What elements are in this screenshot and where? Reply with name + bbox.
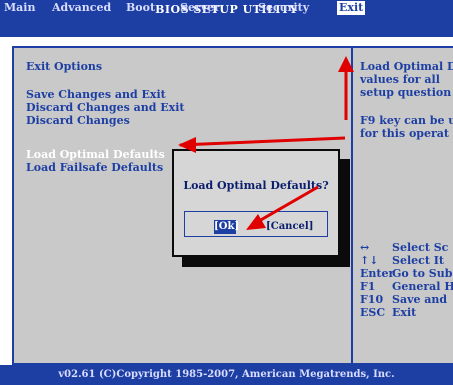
help-f9-line-2: for this operat bbox=[360, 127, 450, 140]
key-esc: ESC bbox=[360, 306, 386, 319]
key-f1: F1 bbox=[360, 280, 376, 293]
menu-item-boot[interactable]: Boot bbox=[126, 1, 155, 15]
cancel-button[interactable]: [Cancel] bbox=[266, 220, 314, 234]
key-f10-desc: Save and bbox=[392, 293, 448, 306]
key-f1-desc: General H bbox=[392, 280, 453, 293]
key-arrow-lr: ↔ bbox=[360, 241, 370, 254]
menu-item-exit[interactable]: Exit bbox=[337, 1, 366, 15]
menu-item-advanced[interactable]: Advanced bbox=[52, 1, 111, 15]
option-discard-changes-exit[interactable]: Discard Changes and Exit bbox=[26, 101, 185, 114]
panel-border-left bbox=[12, 46, 14, 365]
help-desc-line-2: values for all bbox=[360, 73, 440, 86]
option-load-failsafe-defaults[interactable]: Load Failsafe Defaults bbox=[26, 161, 163, 174]
confirm-dialog: Load Optimal Defaults? [Ok] [Cancel] bbox=[172, 149, 340, 257]
menu-item-server[interactable]: Server bbox=[180, 1, 220, 15]
help-desc-line-3: setup question bbox=[360, 86, 452, 99]
dialog-title: Load Optimal Defaults? bbox=[183, 179, 329, 192]
panel-divider bbox=[351, 48, 353, 363]
menu-item-main[interactable]: Main bbox=[4, 1, 35, 15]
option-load-optimal-defaults[interactable]: Load Optimal Defaults bbox=[26, 148, 165, 161]
bios-screen: BIOS SETUP UTILITY Main Advanced Boot Se… bbox=[0, 0, 453, 385]
copyright-footer: v02.61 (C)Copyright 1985-2007, American … bbox=[0, 365, 453, 385]
key-enter-desc: Go to Sub bbox=[392, 267, 453, 280]
key-arrow-ud: ↑↓ bbox=[360, 254, 379, 267]
ok-button[interactable]: [Ok] bbox=[214, 220, 239, 234]
key-f10: F10 bbox=[360, 293, 384, 306]
key-enter: Enter bbox=[360, 267, 395, 280]
key-esc-desc: Exit bbox=[392, 306, 417, 319]
option-discard-changes[interactable]: Discard Changes bbox=[26, 114, 130, 127]
key-arrow-ud-desc: Select It bbox=[392, 254, 444, 267]
menu-bar bbox=[0, 21, 453, 37]
help-desc-line-1: Load Optimal De bbox=[360, 60, 453, 73]
panel-border-top bbox=[12, 46, 453, 48]
menu-item-security[interactable]: Security bbox=[258, 1, 309, 15]
key-arrow-lr-desc: Select Sc bbox=[392, 241, 449, 254]
option-save-changes-exit[interactable]: Save Changes and Exit bbox=[26, 88, 166, 101]
section-title: Exit Options bbox=[26, 60, 103, 73]
help-f9-line-1: F9 key can be u bbox=[360, 114, 453, 127]
